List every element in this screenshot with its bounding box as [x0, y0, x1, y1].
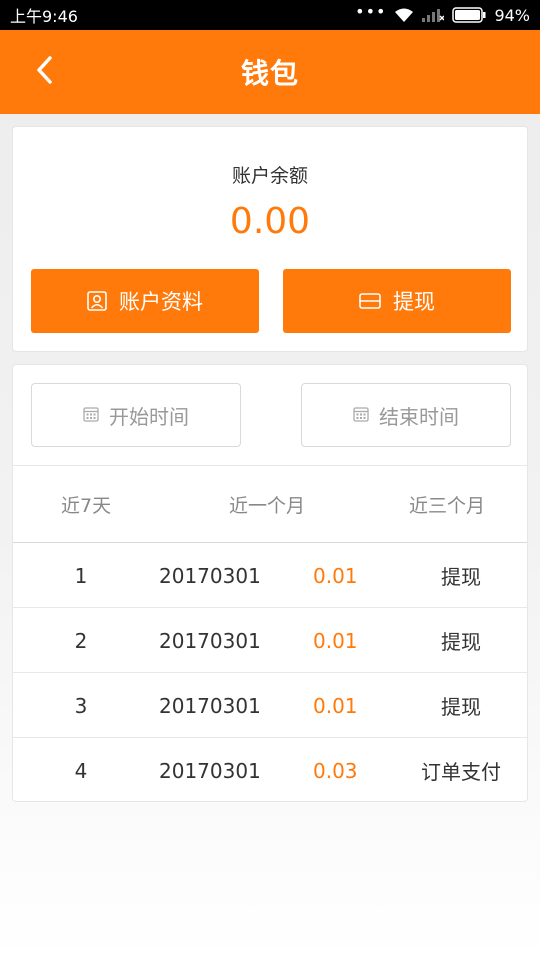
table-row[interactable]: 4 20170301 0.03 订单支付: [13, 738, 527, 803]
withdraw-label: 提现: [393, 290, 435, 314]
start-time-label: 开始时间: [109, 404, 189, 429]
records-card: 开始时间 结束时间 近7天 近一个月 近三个月 1 20170301 0.01 …: [12, 364, 528, 802]
tab-last-7-days[interactable]: 近7天: [61, 491, 111, 518]
record-amount: 0.01: [313, 693, 358, 718]
table-row[interactable]: 2 20170301 0.01 提现: [13, 608, 527, 673]
status-icons: ••• 94%: [355, 2, 530, 25]
start-time-picker[interactable]: 开始时间: [31, 383, 241, 447]
bank-card-icon: [359, 293, 381, 309]
record-amount: 0.03: [313, 758, 358, 783]
tab-last-three-months[interactable]: 近三个月: [409, 491, 485, 518]
chevron-left-icon: [35, 55, 53, 89]
record-date: 20170301: [159, 628, 261, 653]
balance-value: 0.00: [229, 201, 311, 242]
record-type: 订单支付: [421, 760, 501, 784]
record-index: 2: [74, 628, 88, 653]
record-index: 4: [74, 758, 88, 783]
battery-percent: 94%: [494, 5, 530, 25]
user-card-icon: [87, 291, 107, 311]
end-time-label: 结束时间: [379, 404, 459, 429]
record-amount: 0.01: [313, 628, 358, 653]
record-date: 20170301: [159, 693, 261, 718]
calendar-icon: [353, 403, 369, 427]
record-type: 提现: [441, 695, 481, 719]
tab-last-month[interactable]: 近一个月: [229, 491, 305, 518]
calendar-icon: [83, 403, 99, 427]
page-title: 钱包: [240, 57, 299, 90]
range-tabs: 近7天 近一个月 近三个月: [13, 466, 527, 542]
record-index: 1: [74, 563, 88, 588]
record-index: 3: [74, 693, 88, 718]
withdraw-button[interactable]: 提现: [283, 269, 511, 333]
wifi-icon: [394, 7, 414, 23]
account-profile-button[interactable]: 账户资料: [31, 269, 259, 333]
app-header: 钱包: [0, 30, 540, 114]
more-dots-icon: •••: [355, 2, 387, 21]
signal-icon: [422, 8, 445, 22]
record-type: 提现: [441, 630, 481, 654]
account-profile-label: 账户资料: [119, 290, 203, 314]
table-row[interactable]: 1 20170301 0.01 提现: [13, 543, 527, 608]
status-bar: 上午9:46 ••• 94%: [0, 0, 540, 30]
battery-icon: [452, 7, 486, 23]
record-date: 20170301: [159, 563, 261, 588]
table-row[interactable]: 3 20170301 0.01 提现: [13, 673, 527, 738]
end-time-picker[interactable]: 结束时间: [301, 383, 511, 447]
record-amount: 0.01: [313, 563, 358, 588]
back-button[interactable]: [24, 52, 64, 92]
record-type: 提现: [441, 565, 481, 589]
balance-label: 账户余额: [231, 165, 308, 187]
record-date: 20170301: [159, 758, 261, 783]
balance-card: 账户余额 0.00 账户资料 提现: [12, 126, 528, 352]
status-time: 上午9:46: [10, 7, 78, 26]
